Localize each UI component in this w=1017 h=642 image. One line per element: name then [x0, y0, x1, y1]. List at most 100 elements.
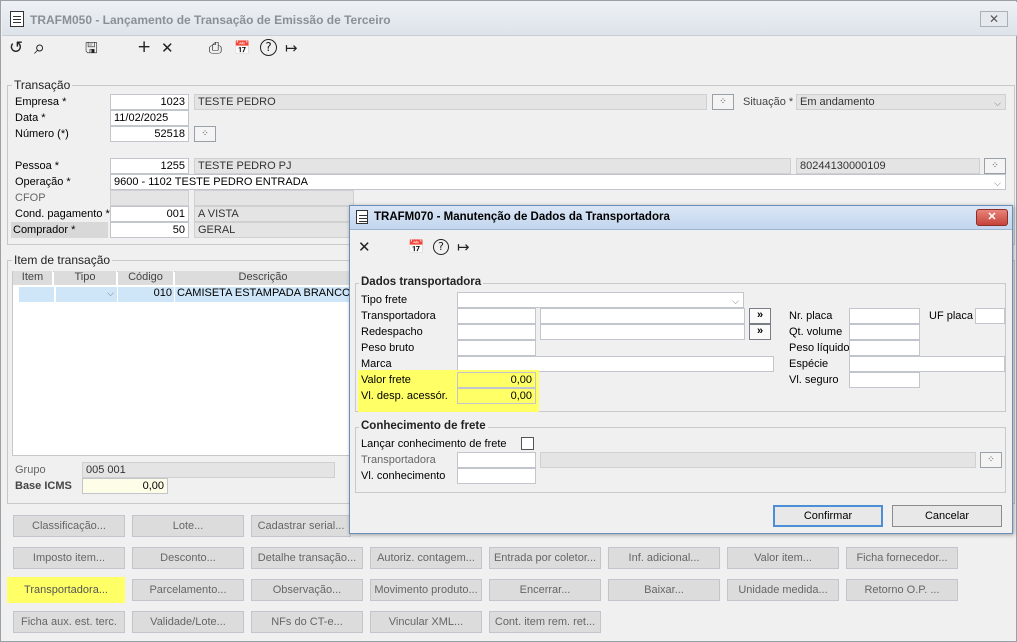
ficha-aux-button[interactable]: Ficha aux. est. terc.	[13, 611, 125, 633]
calendar-icon[interactable]: 📅	[234, 39, 250, 59]
comprador-code-input[interactable]: 50	[110, 222, 189, 238]
observacao-button[interactable]: Observação...	[251, 579, 363, 601]
vl-seguro-input[interactable]	[849, 372, 920, 388]
redespacho-name-field[interactable]	[540, 324, 745, 340]
empresa-code-input[interactable]: 1023	[110, 94, 189, 110]
cond-pagamento-code-input[interactable]: 001	[110, 206, 189, 222]
movimento-produto-button[interactable]: Movimento produto...	[370, 579, 482, 601]
encerrar-button[interactable]: Encerrar...	[489, 579, 601, 601]
dialog-close-button[interactable]: ✕	[976, 209, 1008, 226]
empresa-label: Empresa *	[15, 96, 67, 108]
pessoa-code-input[interactable]: 1255	[110, 158, 189, 174]
pessoa-lookup-button[interactable]: ⁘	[984, 158, 1006, 174]
transportadora-name-field[interactable]	[540, 308, 745, 324]
operacao-select[interactable]: 9600 - 1102 TESTE PEDRO ENTRADA ⌵	[110, 174, 1006, 190]
lancar-conhecimento-checkbox[interactable]	[521, 437, 534, 450]
remove-icon[interactable]: ✕	[161, 38, 174, 58]
imposto-item-button[interactable]: Imposto item...	[13, 547, 125, 569]
grid-cell-item[interactable]	[19, 287, 54, 302]
chevron-down-icon: ⌵	[994, 98, 1001, 108]
classificacao-button[interactable]: Classificação...	[13, 515, 125, 537]
redespacho-code-input[interactable]	[457, 324, 536, 340]
numero-lookup-button[interactable]: ⁘	[194, 126, 216, 142]
confirmar-button[interactable]: Confirmar	[773, 505, 883, 527]
qt-volume-input[interactable]	[849, 324, 920, 340]
detalhe-transacao-button[interactable]: Detalhe transação...	[251, 547, 363, 569]
add-icon[interactable]: +	[137, 37, 151, 57]
help-icon[interactable]: ?	[433, 239, 449, 255]
parcelamento-button[interactable]: Parcelamento...	[132, 579, 244, 601]
redespacho-label: Redespacho	[361, 326, 423, 338]
retorno-op-button[interactable]: Retorno O.P. ...	[846, 579, 958, 601]
save-icon[interactable]: 🖫	[85, 38, 98, 58]
uf-placa-label: UF placa	[929, 310, 974, 322]
undo-icon[interactable]: ↺	[9, 38, 23, 58]
autoriz-contagem-button[interactable]: Autoriz. contagem...	[370, 547, 482, 569]
document-icon	[356, 210, 368, 224]
grupo-label: Grupo	[15, 464, 46, 476]
desconto-button[interactable]: Desconto...	[132, 547, 244, 569]
help-icon[interactable]: ?	[260, 39, 277, 56]
exit-icon[interactable]: ↦	[285, 38, 298, 58]
window-close-button[interactable]: ✕	[980, 11, 1008, 27]
entrada-coletor-button[interactable]: Entrada por coletor...	[489, 547, 601, 569]
vl-desp-input[interactable]: 0,00	[457, 388, 536, 404]
vl-conhecimento-input[interactable]	[457, 468, 536, 484]
inf-adicional-button[interactable]: Inf. adicional...	[608, 547, 720, 569]
item-legend: Item de transação	[12, 253, 113, 267]
data-input[interactable]: 11/02/2025	[110, 110, 189, 126]
uf-placa-input[interactable]	[975, 308, 1005, 324]
nr-placa-label: Nr. placa	[789, 310, 833, 322]
transportadora-lookup-button[interactable]: »	[749, 308, 771, 324]
cfop-name-field	[194, 190, 354, 206]
grid-header-tipo[interactable]: Tipo	[54, 271, 117, 285]
peso-liquido-input[interactable]	[849, 340, 920, 356]
unidade-medida-button[interactable]: Unidade medida...	[727, 579, 839, 601]
base-icms-field: 0,00	[82, 478, 168, 494]
especie-input[interactable]	[849, 356, 1005, 372]
cont-item-rem-button[interactable]: Cont. item rem. ret...	[489, 611, 601, 633]
redespacho-lookup-button[interactable]: »	[749, 324, 771, 340]
conh-transportadora-code-input[interactable]	[457, 452, 536, 468]
cond-pagamento-label: Cond. pagamento *	[15, 208, 110, 220]
transportadora-code-input[interactable]	[457, 308, 536, 324]
search-icon[interactable]: ⌕	[34, 37, 45, 57]
tipo-frete-select[interactable]: ⌵	[457, 292, 744, 308]
conh-transportadora-lookup-button[interactable]: ⁘	[980, 452, 1002, 468]
base-icms-label: Base ICMS	[15, 480, 72, 492]
grid-header-item[interactable]: Item	[13, 271, 53, 285]
lote-button[interactable]: Lote...	[132, 515, 244, 537]
chevron-down-icon: ⌵	[732, 296, 739, 306]
grid-header-descricao[interactable]: Descrição	[175, 271, 351, 285]
close-icon[interactable]: ✕	[358, 237, 371, 257]
data-label: Data *	[15, 112, 46, 124]
transportadora-dialog: TRAFM070 - Manutenção de Dados da Transp…	[349, 205, 1013, 534]
nfs-cte-button[interactable]: NFs do CT-e...	[251, 611, 363, 633]
grid-header-codigo[interactable]: Código	[118, 271, 174, 285]
calendar-icon[interactable]: 📅	[408, 238, 424, 258]
exit-icon[interactable]: ↦	[457, 237, 470, 257]
valor-frete-input[interactable]: 0,00	[457, 372, 536, 388]
tipo-frete-label: Tipo frete	[361, 294, 408, 306]
print-icon[interactable]: ⎙	[209, 38, 222, 58]
numero-input[interactable]: 52518	[110, 126, 189, 142]
cadastrar-serial-button[interactable]: Cadastrar serial...	[251, 515, 351, 537]
grid-cell-descricao[interactable]: CAMISETA ESTAMPADA BRANCO P	[175, 287, 351, 302]
peso-bruto-input[interactable]	[457, 340, 536, 356]
valor-item-button[interactable]: Valor item...	[727, 547, 839, 569]
grid-cell-tipo[interactable]: ⌵	[56, 287, 117, 302]
situacao-select[interactable]: Em andamento ⌵	[796, 94, 1006, 110]
nr-placa-input[interactable]	[849, 308, 920, 324]
vl-conhecimento-label: Vl. conhecimento	[361, 470, 446, 482]
dados-legend: Dados transportadora	[359, 276, 484, 288]
conhecimento-legend: Conhecimento de frete	[359, 420, 488, 432]
cancelar-button[interactable]: Cancelar	[892, 505, 1002, 527]
grid-cell-codigo[interactable]: 010	[118, 287, 174, 302]
operacao-value: 9600 - 1102 TESTE PEDRO ENTRADA	[114, 176, 308, 188]
empresa-lookup-button[interactable]: ⁘	[712, 94, 734, 110]
baixar-button[interactable]: Baixar...	[608, 579, 720, 601]
validade-lote-button[interactable]: Validade/Lote...	[132, 611, 244, 633]
ficha-fornecedor-button[interactable]: Ficha fornecedor...	[846, 547, 958, 569]
transportadora-button[interactable]: Transportadora...	[7, 577, 125, 603]
vincular-xml-button[interactable]: Vincular XML...	[370, 611, 482, 633]
